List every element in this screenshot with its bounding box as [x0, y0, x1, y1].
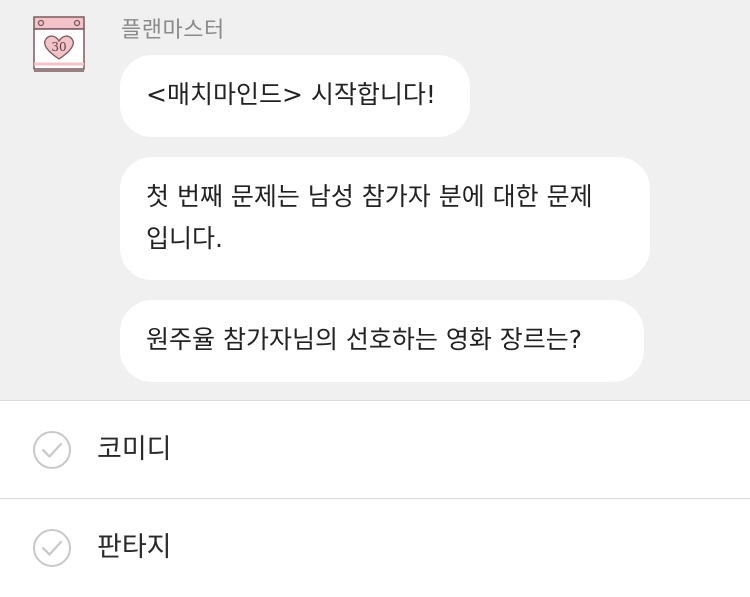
avatar[interactable]: 30 [33, 14, 85, 74]
option-label: 판타지 [97, 532, 172, 563]
option-item-comedy[interactable]: 코미디 [0, 402, 750, 499]
message-bubble: 원주율 참가자님의 선호하는 영화 장르는? [120, 300, 644, 382]
option-item-fantasy[interactable]: 판타지 [0, 500, 750, 597]
check-circle-icon [33, 431, 71, 469]
option-label: 코미디 [97, 434, 172, 465]
avatar-number: 30 [51, 40, 66, 54]
calendar-heart-icon: 30 [33, 16, 85, 72]
check-circle-icon [33, 529, 71, 567]
message-bubble: <매치마인드> 시작합니다! [120, 55, 470, 137]
sender-name: 플랜마스터 [121, 18, 225, 43]
message-bubble: 첫 번째 문제는 남성 참가자 분에 대한 문제 입니다. [120, 157, 650, 280]
chat-area: 30 플랜마스터 <매치마인드> 시작합니다! 첫 번째 문제는 남성 참가자 … [0, 0, 750, 401]
